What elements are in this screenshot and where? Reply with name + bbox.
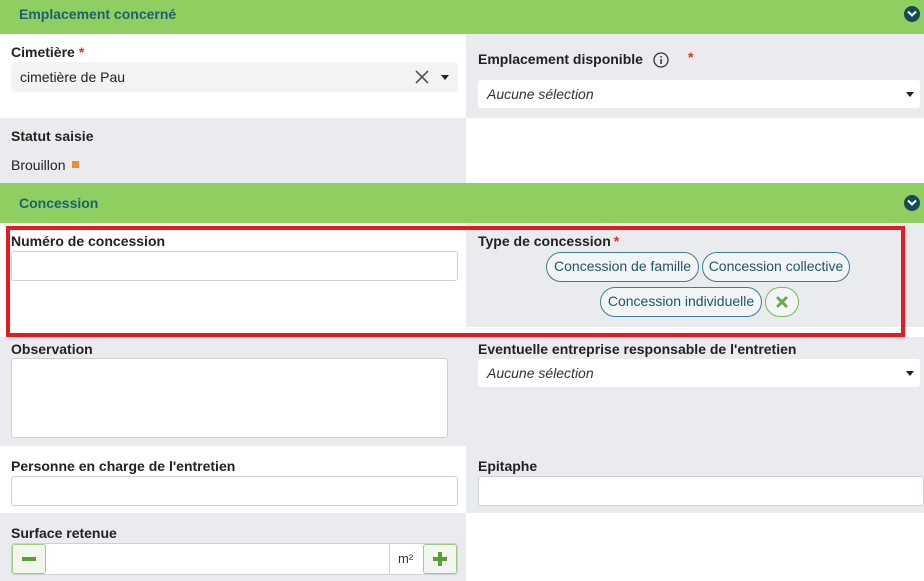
emplacement-disponible-value: Aucune sélection	[487, 86, 594, 102]
emplacement-disponible-label: Emplacement disponible	[478, 51, 643, 67]
chevron-down-icon[interactable]	[906, 371, 914, 376]
personne-entretien-label: Personne en charge de l'entretien	[11, 458, 236, 474]
clear-selection-button[interactable]	[765, 287, 799, 317]
cimetiere-label: Cimetière *	[11, 44, 85, 60]
increment-button[interactable]	[423, 544, 457, 574]
chevron-down-icon[interactable]	[904, 6, 920, 22]
minus-icon	[22, 557, 36, 561]
cimetiere-cell: Cimetière * cimetière de Pau	[0, 34, 466, 118]
clear-x-icon[interactable]	[415, 70, 429, 84]
personne-entretien-cell: Personne en charge de l'entretien	[0, 446, 466, 513]
emplacement-disponible-select[interactable]: Aucune sélection	[478, 80, 920, 108]
numero-concession-cell: Numéro de concession	[0, 223, 466, 327]
numero-concession-label: Numéro de concession	[11, 233, 166, 249]
status-square-icon	[72, 161, 79, 168]
entreprise-entretien-cell: Eventuelle entreprise responsable de l'e…	[466, 337, 924, 446]
plus-icon	[433, 552, 447, 566]
section-header-emplacement[interactable]: Emplacement concerné	[0, 0, 924, 34]
statut-saisie-label: Statut saisie	[11, 128, 94, 144]
surface-retenue-field: m²	[11, 543, 458, 575]
section-header-concession[interactable]: Concession	[0, 183, 924, 223]
chevron-down-icon[interactable]	[906, 92, 914, 97]
statut-saisie-cell: Statut saisie Brouillon	[0, 118, 466, 183]
info-icon[interactable]	[653, 52, 669, 68]
cimetiere-select[interactable]: cimetière de Pau	[11, 62, 458, 92]
entreprise-entretien-value: Aucune sélection	[487, 365, 594, 381]
chip-concession-famille[interactable]: Concession de famille	[546, 252, 699, 282]
type-concession-cell: Type de concession * Concession de famill…	[466, 223, 924, 327]
type-concession-label: Type de concession *	[478, 233, 620, 249]
unit-label: m²	[398, 551, 414, 566]
observation-label: Observation	[11, 341, 93, 357]
clear-x-icon	[776, 296, 788, 308]
cimetiere-value: cimetière de Pau	[20, 69, 126, 85]
observation-textarea[interactable]	[11, 358, 448, 438]
empty-cell	[466, 118, 924, 183]
divider	[389, 544, 390, 574]
decrement-button[interactable]	[12, 544, 46, 574]
numero-concession-input[interactable]	[11, 251, 458, 281]
surface-retenue-cell: Surface retenue m²	[0, 513, 466, 581]
entreprise-entretien-select[interactable]: Aucune sélection	[478, 359, 920, 387]
required-marker: *	[688, 49, 694, 65]
epitaphe-input[interactable]	[478, 476, 924, 506]
chip-concession-collective[interactable]: Concession collective	[702, 252, 850, 282]
surface-retenue-input[interactable]	[48, 544, 390, 574]
chip-concession-individuelle[interactable]: Concession individuelle	[600, 287, 762, 317]
emplacement-disponible-cell: Emplacement disponible * Aucune sélectio…	[466, 34, 924, 118]
chevron-down-icon[interactable]	[441, 75, 449, 80]
section-title: Concession	[19, 195, 99, 211]
surface-retenue-label: Surface retenue	[11, 525, 117, 541]
epitaphe-cell: Epitaphe	[466, 446, 924, 513]
personne-entretien-input[interactable]	[11, 476, 458, 506]
section-title: Emplacement concerné	[19, 6, 177, 22]
entreprise-entretien-label: Eventuelle entreprise responsable de l'e…	[478, 341, 797, 357]
empty-cell	[466, 513, 924, 581]
epitaphe-label: Epitaphe	[478, 458, 538, 474]
observation-cell: Observation	[0, 337, 466, 446]
chevron-down-icon[interactable]	[904, 195, 920, 211]
statut-saisie-value: Brouillon	[11, 157, 66, 173]
